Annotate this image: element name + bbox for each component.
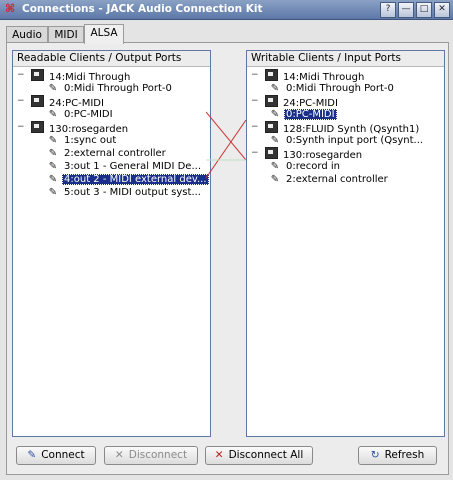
midi-plug-icon: ✎	[48, 109, 58, 120]
disconnect-icon: ✕	[114, 449, 124, 461]
port-item[interactable]: ✎ 0:Midi Through Port-0	[269, 82, 396, 95]
port-item[interactable]: ✎ 5:out 3 - MIDI output syst...	[47, 186, 203, 199]
midi-plug-icon: ✎	[48, 161, 58, 172]
port-item[interactable]: ✎ 0:PC-MIDI	[47, 108, 115, 121]
port-item[interactable]: ✎ 2:external controller	[47, 147, 168, 160]
help-button[interactable]: ?	[380, 2, 396, 18]
midi-plug-icon: ✎	[48, 174, 58, 185]
collapse-icon[interactable]: −	[17, 121, 25, 134]
disconnect-all-button[interactable]: ✕ Disconnect All	[205, 446, 313, 465]
maximize-button[interactable]: □	[416, 2, 432, 18]
close-button[interactable]: ✕	[434, 2, 450, 18]
collapse-icon[interactable]: −	[17, 69, 25, 82]
client-item[interactable]: 128:FLUID Synth (Qsynth1)	[265, 121, 421, 135]
midi-plug-icon: ✎	[48, 135, 58, 146]
client-icon	[265, 121, 278, 133]
client-icon	[31, 121, 44, 133]
jack-app-icon: ⌘	[5, 2, 16, 15]
readable-panel-header: Readable Clients / Output Ports	[13, 51, 210, 67]
midi-plug-icon: ✎	[48, 83, 58, 94]
tab-alsa[interactable]: ALSA	[84, 24, 124, 44]
midi-socket-icon: ✎	[270, 83, 280, 94]
refresh-button[interactable]: ↻ Refresh	[358, 446, 437, 465]
disconnect-button[interactable]: ✕ Disconnect	[104, 446, 198, 465]
tab-audio[interactable]: Audio	[6, 26, 48, 43]
collapse-icon[interactable]: −	[251, 69, 259, 82]
collapse-icon[interactable]: −	[251, 147, 259, 160]
port-item[interactable]: ✎ 0:record in	[269, 160, 342, 173]
midi-plug-icon: ✎	[48, 187, 58, 198]
client-icon	[265, 95, 278, 107]
refresh-icon: ↻	[370, 449, 380, 461]
client-icon	[265, 69, 278, 81]
writable-panel-header: Writable Clients / Input Ports	[247, 51, 444, 67]
connect-icon: ✎	[27, 449, 37, 461]
connection-line	[206, 111, 246, 161]
midi-socket-icon: ✎	[270, 161, 280, 172]
collapse-icon[interactable]: −	[17, 95, 25, 108]
client-item[interactable]: 130:rosegarden	[265, 147, 364, 161]
client-item[interactable]: 14:Midi Through	[265, 69, 366, 83]
port-item-selected[interactable]: ✎ 4:out 2 - MIDI external dev...	[47, 173, 209, 186]
port-item[interactable]: ✎ 3:out 1 - General MIDI De...	[47, 160, 203, 173]
window-title: Connections - JACK Audio Connection Kit	[22, 3, 263, 15]
port-item[interactable]: ✎ 0:Synth input port (Qsynt...	[269, 134, 425, 147]
port-item[interactable]: ✎ 0:Midi Through Port-0	[47, 82, 174, 95]
title-bar[interactable]: ⌘ Connections - JACK Audio Connection Ki…	[0, 0, 453, 20]
port-item[interactable]: ✎ 2:external controller	[269, 173, 390, 186]
midi-socket-icon: ✎	[270, 109, 280, 120]
port-item-selected[interactable]: ✎ 0:PC-MIDI	[269, 108, 337, 121]
readable-clients-panel[interactable]: Readable Clients / Output Ports − 14:Mid…	[12, 50, 211, 437]
client-item[interactable]: 24:PC-MIDI	[31, 95, 106, 109]
client-icon	[265, 147, 278, 159]
client-item[interactable]: 130:rosegarden	[31, 121, 130, 135]
midi-socket-icon: ✎	[270, 174, 280, 185]
client-item[interactable]: 24:PC-MIDI	[265, 95, 340, 109]
disconnect-all-icon: ✕	[214, 449, 224, 461]
client-item[interactable]: 14:Midi Through	[31, 69, 132, 83]
client-icon	[31, 95, 44, 107]
collapse-icon[interactable]: −	[251, 95, 259, 108]
collapse-icon[interactable]: −	[251, 121, 259, 134]
port-item[interactable]: ✎ 1:sync out	[47, 134, 118, 147]
minimize-button[interactable]: —	[398, 2, 414, 18]
writable-clients-panel[interactable]: Writable Clients / Input Ports − 14:Midi…	[246, 50, 445, 437]
client-icon	[31, 69, 44, 81]
connect-button[interactable]: ✎ Connect	[16, 446, 96, 465]
connection-line	[206, 119, 246, 179]
midi-socket-icon: ✎	[270, 135, 280, 146]
midi-plug-icon: ✎	[48, 148, 58, 159]
connection-lines	[206, 111, 246, 179]
tab-midi[interactable]: MIDI	[48, 26, 84, 43]
